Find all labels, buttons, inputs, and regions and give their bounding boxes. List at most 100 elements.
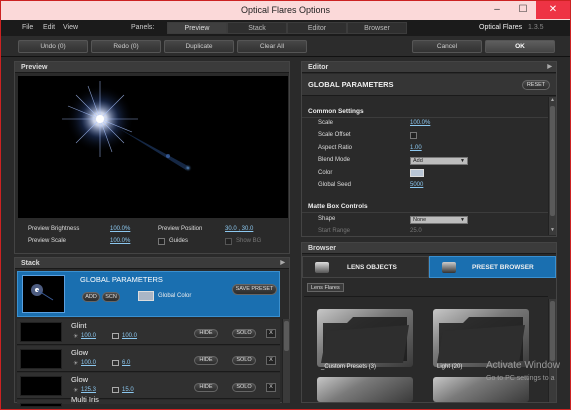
element-scale[interactable]: 100.0: [122, 333, 137, 339]
element-name: Glow: [71, 348, 89, 357]
preset-folder-custom[interactable]: [317, 309, 413, 367]
hide-button[interactable]: HIDE: [194, 383, 218, 392]
redo-button[interactable]: Redo (0): [91, 40, 161, 53]
start-range-value[interactable]: 25.0: [410, 228, 422, 234]
chevron-down-icon: ▼: [460, 217, 465, 223]
preview-viewport[interactable]: [18, 76, 288, 218]
ok-button[interactable]: OK: [485, 40, 555, 53]
element-thumbnail: [20, 322, 62, 342]
close-button[interactable]: ✕: [536, 1, 570, 19]
toolbar: Undo (0) Redo (0) Duplicate Clear All Ca…: [1, 36, 570, 57]
stack-element-row[interactable]: Glint ☀ 100.0 100.0 HIDE SOLO X: [17, 319, 280, 345]
expand-arrow-icon[interactable]: ▶: [280, 258, 285, 269]
element-scale[interactable]: 15.0: [122, 387, 134, 393]
brand-label: Optical Flares: [479, 24, 523, 31]
scroll-up-icon[interactable]: ▲: [550, 97, 555, 103]
preset-browser-label: PRESET BROWSER: [472, 264, 534, 271]
show-bg-checkbox[interactable]: [225, 238, 232, 245]
tab-lens-objects[interactable]: LENS OBJECTS: [302, 256, 429, 278]
stack-scroll-thumb[interactable]: [284, 321, 289, 351]
editor-scrollbar[interactable]: ▲ ▼: [548, 97, 556, 235]
preview-scale-value[interactable]: 100.0%: [110, 238, 130, 244]
scroll-down-icon[interactable]: ▼: [550, 227, 555, 233]
scale-value[interactable]: 100.0%: [410, 120, 430, 126]
color-label: Color: [318, 170, 333, 176]
path-breadcrumb[interactable]: Lens Flares: [307, 283, 344, 292]
preset-folder[interactable]: [317, 377, 413, 402]
color-swatch[interactable]: [410, 169, 424, 177]
lens-objects-label: LENS OBJECTS: [347, 264, 397, 271]
stack-element-row[interactable]: Glow ☀ 125.3 15.0 HIDE SOLO X: [17, 373, 280, 399]
expand-arrow-icon[interactable]: ▶: [547, 62, 552, 73]
tab-preset-browser[interactable]: PRESET BROWSER: [429, 256, 556, 278]
solo-button[interactable]: SOLO: [232, 383, 256, 392]
editor-header: Editor ▶: [302, 62, 556, 73]
stack-scrollbar[interactable]: [282, 319, 290, 403]
delete-element-button[interactable]: X: [266, 329, 276, 338]
element-name: Glint: [71, 321, 87, 330]
app-window: Optical Flares Options – ☐ ✕ File Edit V…: [0, 0, 571, 410]
shape-select[interactable]: None ▼: [410, 216, 468, 224]
scn-button[interactable]: SCN: [102, 292, 120, 302]
hide-button[interactable]: HIDE: [194, 329, 218, 338]
editor-scroll-thumb[interactable]: [550, 106, 555, 216]
element-thumbnail: [20, 403, 62, 407]
blend-mode-value: Add: [413, 158, 423, 164]
shape-value: None: [413, 217, 427, 223]
browser-scrollbar[interactable]: [548, 299, 556, 402]
maximize-button[interactable]: ☐: [510, 1, 536, 19]
tab-preview[interactable]: Preview: [167, 22, 227, 34]
editor-title-bar: GLOBAL PARAMETERS RESET: [302, 74, 556, 96]
preview-panel: Preview Preview Brightness 100.0% Previe…: [14, 61, 290, 254]
global-parameters-row[interactable]: GLOBAL PARAMETERS ADD SCN Global Color S…: [17, 271, 280, 317]
scale-offset-checkbox[interactable]: [410, 132, 417, 139]
lens-flare-render: [62, 81, 192, 172]
guides-checkbox[interactable]: [158, 238, 165, 245]
solo-button[interactable]: SOLO: [232, 356, 256, 365]
duplicate-button[interactable]: Duplicate: [164, 40, 234, 53]
menu-edit[interactable]: Edit: [43, 24, 55, 31]
menu-file[interactable]: File: [22, 24, 33, 31]
undo-button[interactable]: Undo (0): [18, 40, 88, 53]
aspect-ratio-value[interactable]: 1.00: [410, 145, 422, 151]
element-scale[interactable]: 6.0: [122, 360, 130, 366]
tab-browser[interactable]: Browser: [347, 22, 407, 34]
element-thumbnail: [20, 349, 62, 369]
menu-view[interactable]: View: [63, 24, 78, 31]
solo-button[interactable]: SOLO: [232, 329, 256, 338]
browser-title: Browser: [308, 245, 337, 252]
minimize-button[interactable]: –: [484, 1, 510, 19]
element-brightness[interactable]: 100.0: [81, 333, 96, 339]
scale-label: Scale: [318, 120, 334, 126]
add-button[interactable]: ADD: [82, 292, 100, 302]
tab-editor[interactable]: Editor: [287, 22, 347, 34]
reset-button[interactable]: RESET: [522, 80, 550, 90]
scale-icon: [112, 387, 119, 393]
preset-folder-light[interactable]: [433, 309, 529, 367]
folder-icon: [437, 317, 525, 363]
element-name: Glow: [71, 375, 89, 384]
global-seed-value[interactable]: 5000: [410, 182, 423, 188]
stack-panel: Stack ▶ GLOBAL PARAMETERS ADD SCN Global…: [14, 257, 290, 407]
hide-button[interactable]: HIDE: [194, 356, 218, 365]
save-preset-button[interactable]: SAVE PRESET: [232, 284, 277, 295]
folder-icon: [442, 262, 456, 273]
preview-title: Preview: [21, 64, 48, 71]
title-bar: Optical Flares Options – ☐ ✕: [1, 1, 570, 20]
blend-mode-label: Blend Mode: [318, 157, 351, 163]
common-settings-heading: Common Settings: [308, 108, 364, 115]
delete-element-button[interactable]: X: [266, 356, 276, 365]
element-brightness[interactable]: 100.0: [81, 360, 96, 366]
element-brightness[interactable]: 125.3: [81, 387, 96, 393]
stack-element-row[interactable]: Glow ☀ 100.0 6.0 HIDE SOLO X: [17, 346, 280, 372]
delete-element-button[interactable]: X: [266, 383, 276, 392]
blend-mode-select[interactable]: Add ▼: [410, 157, 468, 165]
clear-all-button[interactable]: Clear All: [237, 40, 307, 53]
browser-scroll-thumb[interactable]: [550, 301, 555, 361]
global-color-swatch[interactable]: [138, 291, 154, 301]
tab-stack[interactable]: Stack: [227, 22, 287, 34]
preview-position-value[interactable]: 30.0 , 30.0: [225, 226, 253, 232]
stack-element-row[interactable]: Multi Iris: [17, 395, 280, 407]
cancel-button[interactable]: Cancel: [412, 40, 482, 53]
preview-brightness-value[interactable]: 100.0%: [110, 226, 130, 232]
